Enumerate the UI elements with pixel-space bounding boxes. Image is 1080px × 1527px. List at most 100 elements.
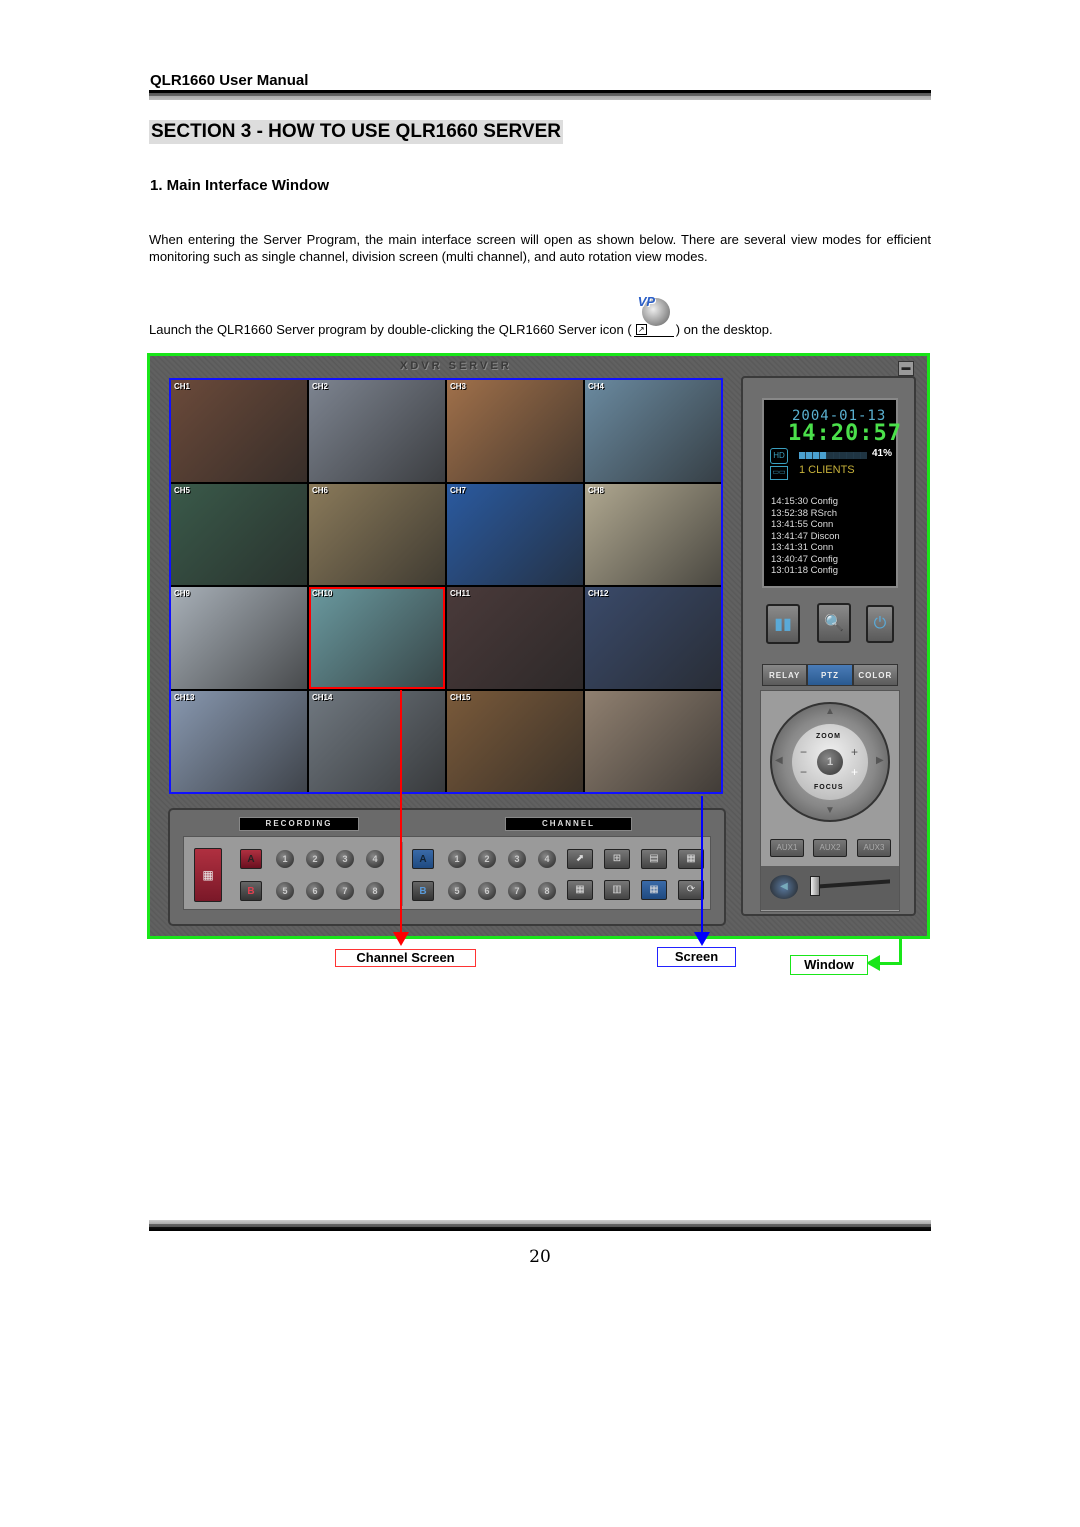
view-mode-button-2[interactable]: ⊞ [604,849,630,869]
rec-channel-8-button[interactable]: 8 [366,882,384,900]
setup-icon: ▮▮ [774,616,792,633]
view-mode-button-7[interactable]: ▦ [641,880,667,900]
channel-cell[interactable]: CH11 [447,587,583,689]
channel-label: CH15 [450,692,471,702]
log-entry: 13:41:55 Conn [771,519,834,530]
button-area [183,836,711,910]
rec-group-b-button[interactable]: B [240,881,262,901]
channel-cell[interactable]: CH14 [309,690,445,792]
window-pointer-vertical [899,939,902,964]
view-mode-button-6[interactable]: ▥ [604,880,630,900]
schedule-button[interactable]: ▦ [194,848,222,902]
view-mode-button-5[interactable]: ▦ [567,880,593,900]
zoom-out-button[interactable]: − [800,745,807,759]
ch-channel-1-button[interactable]: 1 [448,850,466,868]
channel-label: CHANNEL [505,817,632,831]
setup-button[interactable]: ▮▮ [766,604,800,644]
focus-near-button[interactable]: − [800,765,807,779]
channel-label: CH1 [174,382,191,391]
channel-cell[interactable]: CH6 [309,483,445,585]
disk-usage-bar [799,452,868,459]
window-title: XDVR SERVER [400,360,512,372]
focus-far-button[interactable]: + [851,765,858,779]
channel-label: CH8 [588,485,605,495]
channel-cell[interactable]: CH13 [171,690,307,792]
pan-up-button[interactable]: ▲ [825,706,835,717]
channel-label: CH11 [450,589,471,598]
minimize-button[interactable]: ▬ [898,361,914,376]
rec-channel-5-button[interactable]: 5 [276,882,294,900]
volume-slider-knob[interactable] [810,876,820,896]
preset-button[interactable]: 1 [817,749,843,775]
ch-channel-5-button[interactable]: 5 [448,882,466,900]
ch-channel-6-button[interactable]: 6 [478,882,496,900]
rec-channel-3-button[interactable]: 3 [336,850,354,868]
manual-header-title: QLR1660 User Manual [150,72,309,89]
disk-bar-segment [799,452,805,459]
panel-divider [402,842,403,906]
ch-group-a-button[interactable]: A [412,849,434,869]
rec-channel-7-button[interactable]: 7 [336,882,354,900]
power-button[interactable]: ⏻ [866,605,894,643]
ch-channel-2-button[interactable]: 2 [478,850,496,868]
aux1-button[interactable]: AUX1 [770,839,804,857]
tab-relay[interactable]: RELAY [762,664,808,686]
rec-channel-2-button[interactable]: 2 [306,850,324,868]
intro-paragraph: When entering the Server Program, the ma… [149,232,931,264]
channel-cell[interactable]: CH3 [447,380,583,482]
ch-group-b-button[interactable]: B [412,881,434,901]
channel-cell[interactable]: CH4 [585,380,721,482]
disk-icon: HD [770,448,788,464]
aux3-button[interactable]: AUX3 [857,839,891,857]
blue-arrow-icon [694,932,710,946]
rec-channel-6-button[interactable]: 6 [306,882,324,900]
ch-channel-7-button[interactable]: 7 [508,882,526,900]
launch-instruction: Launch the QLR1660 Server program by dou… [149,294,773,337]
shortcut-arrow-icon: ↗ [635,324,647,335]
aux2-button[interactable]: AUX2 [813,839,847,857]
disk-bar-segment [812,452,819,459]
log-entry: 13:01:18 Config [771,565,839,576]
recording-label: RECORDING [239,817,359,831]
channel-label: CH14 [312,692,333,702]
search-button[interactable]: 🔍 [817,603,851,643]
schedule-icon: ▦ [202,868,214,882]
channel-cell[interactable]: CH10 [309,587,445,689]
pan-left-button[interactable]: ◀ [775,755,783,766]
log-entry: 13:41:31 Conn [771,542,834,553]
tab-color[interactable]: COLOR [852,664,898,686]
callout-screen: Screen [657,947,736,967]
log-entry: 14:15:30 Config [771,496,839,507]
channel-grid: CH1 CH2 CH3 CH4 CH5 CH6 CH7 CH8 CH9 CH10 CH11 CH12 C… [169,378,723,794]
channel-label: CH7 [450,485,467,495]
channel-cell[interactable]: CH5 [171,483,307,585]
channel-screen-pointer [400,690,402,935]
channel-cell[interactable]: CH12 [585,587,721,689]
view-mode-button-1[interactable]: ⬈ [567,849,593,869]
event-log: 14:15:30 Config 13:52:38 RSrch 13:41:55 Co… [771,496,840,577]
channel-cell[interactable]: CH9 [171,587,307,689]
rec-channel-4-button[interactable]: 4 [366,850,384,868]
log-entry: 13:41:47 Discon [771,530,840,542]
channel-cell[interactable]: CH8 [585,483,721,585]
ch-channel-8-button[interactable]: 8 [538,882,556,900]
launch-text-after: ) on the desktop. [675,322,773,337]
view-mode-button-3[interactable]: ▤ [641,849,667,869]
pan-right-button[interactable]: ▶ [876,755,884,766]
rec-group-a-button[interactable]: A [240,849,262,869]
disk-bar-segment [847,452,854,459]
screen-pointer [701,796,703,934]
ch-channel-3-button[interactable]: 3 [508,850,526,868]
channel-cell[interactable]: CH2 [309,380,445,482]
zoom-in-button[interactable]: + [851,745,858,759]
ch-channel-4-button[interactable]: 4 [538,850,556,868]
speaker-icon[interactable]: ◀ [770,875,798,899]
channel-cell[interactable]: CH7 [447,483,583,585]
tab-ptz[interactable]: PTZ [807,664,853,686]
rec-channel-1-button[interactable]: 1 [276,850,294,868]
channel-cell[interactable]: CH15 [447,690,583,792]
pan-down-button[interactable]: ▼ [825,805,835,816]
channel-cell[interactable] [585,690,721,792]
channel-cell[interactable]: CH1 [171,380,307,482]
zoom-label: ZOOM [816,733,841,740]
